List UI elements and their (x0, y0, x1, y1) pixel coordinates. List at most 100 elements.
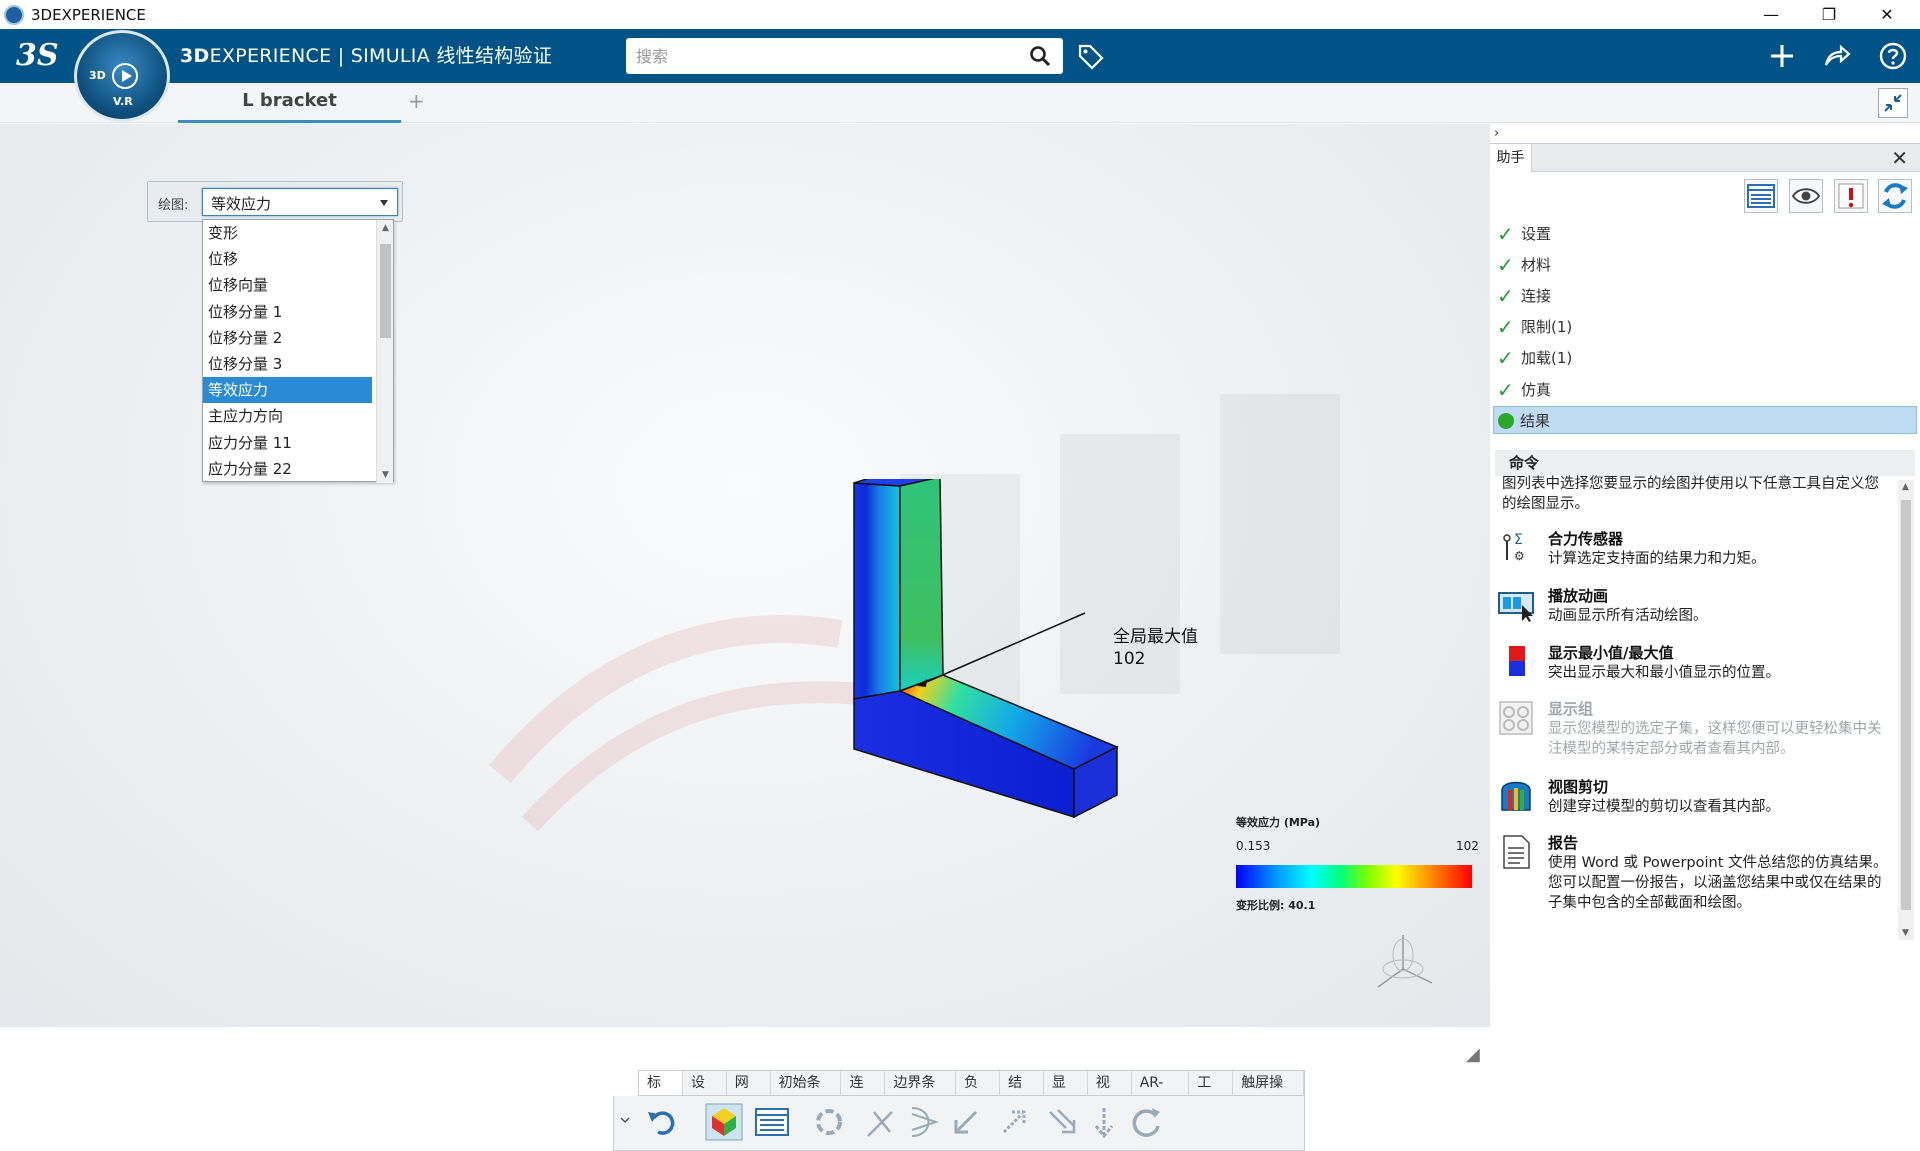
probe-icon[interactable] (862, 1102, 902, 1142)
deformation-scale-label: 变形比例: 40.1 (1236, 899, 1316, 912)
warnings-button[interactable] (1834, 179, 1868, 213)
action-tab-mesh[interactable]: 网格 (727, 1071, 771, 1115)
step-restraints[interactable]: ✓ 限制(1) (1495, 313, 1915, 341)
results-plot-icon[interactable] (704, 1102, 744, 1142)
command-desc: 使用 Word 或 Powerpoint 文件总结您的仿真结果。您可以配置一份报… (1548, 855, 1888, 911)
action-tab-display[interactable]: 显示 (1044, 1071, 1088, 1115)
step-label: 设置 (1521, 225, 1552, 243)
minimize-button[interactable]: — (1742, 0, 1800, 29)
collapse-icon (1884, 94, 1902, 112)
command-desc: 创建穿过模型的剪切以查看其内部。 (1548, 799, 1780, 815)
action-tab-touch[interactable]: 触屏操作 (1233, 1071, 1304, 1115)
step-setup[interactable]: ✓ 设置 (1495, 220, 1915, 248)
plot-option-selected[interactable]: 等效应力 (203, 377, 372, 404)
arrow-down-left-icon[interactable] (946, 1102, 986, 1142)
share-icon[interactable] (1822, 41, 1852, 71)
help-icon[interactable] (1878, 41, 1908, 71)
scrollbar-thumb[interactable] (1901, 500, 1911, 910)
collapse-button[interactable] (1878, 88, 1908, 118)
action-tab-connections[interactable]: 连接 (841, 1071, 886, 1115)
plot-selector-panel: 绘图: 等效应力 (147, 181, 403, 222)
section-cut-icon[interactable] (904, 1102, 944, 1142)
plot-option[interactable]: 应力分量 22 (203, 456, 372, 482)
axis-triad-icon[interactable] (1370, 929, 1440, 999)
tab-assistant[interactable]: 助手 (1490, 144, 1532, 172)
action-tab-boundary-conditions[interactable]: 边界条件 (885, 1071, 957, 1115)
tab-l-bracket[interactable]: L bracket (178, 83, 401, 123)
plot-list-scrollbar[interactable]: ▲ ▼ (376, 220, 393, 483)
plot-option[interactable]: 主应力方向 (203, 403, 372, 429)
current-step-icon (1498, 413, 1514, 429)
plot-option[interactable]: 位移分量 1 (203, 299, 372, 325)
plot-list-icon[interactable] (752, 1102, 792, 1142)
assistant-scrollbar[interactable]: ▲ ▼ (1898, 480, 1914, 940)
plot-option[interactable]: 位移分量 2 (203, 325, 372, 351)
plot-option[interactable]: 应力分量 11 (203, 430, 372, 456)
assistant-header: 助手 ✕ (1490, 143, 1920, 172)
action-tab-initial-conditions[interactable]: 初始条件 (771, 1071, 842, 1115)
command-desc: 计算选定支持面的结果力和力矩。 (1548, 551, 1766, 567)
scroll-down-icon[interactable]: ▼ (1902, 928, 1909, 938)
list-view-button[interactable] (1744, 179, 1778, 213)
action-tab-loads[interactable]: 负载 (956, 1071, 1001, 1115)
plot-option[interactable]: 位移向量 (203, 272, 372, 298)
action-tab-results[interactable]: 结果 (1000, 1071, 1044, 1115)
action-tab-view[interactable]: 视图 (1088, 1071, 1132, 1115)
resize-grip-icon[interactable]: ◢ (1466, 1044, 1480, 1065)
check-icon: ✓ (1497, 315, 1514, 339)
update-button[interactable] (1878, 179, 1912, 213)
action-tab-tools[interactable]: 工具 (1189, 1071, 1234, 1115)
force-arrows-icon[interactable] (1042, 1102, 1082, 1142)
svg-text:⚙: ⚙ (1514, 549, 1525, 563)
compass-widget[interactable]: 3D V.R (74, 30, 170, 122)
app-brand: 3DEXPERIENCE | SIMULIA 线性结构验证 (180, 29, 552, 83)
scroll-down-icon[interactable]: ▼ (382, 470, 389, 480)
step-materials[interactable]: ✓ 材料 (1495, 251, 1915, 279)
plot-option[interactable]: 位移 (203, 246, 372, 272)
step-results[interactable]: 结果 (1493, 406, 1917, 434)
plot-dropdown-list[interactable]: 变形 位移 位移向量 位移分量 1 位移分量 2 位移分量 3 等效应力 主应力… (202, 219, 394, 483)
close-panel-icon[interactable]: ✕ (1891, 146, 1908, 170)
scrollbar-thumb[interactable] (380, 244, 391, 338)
legend-color-bar (1236, 865, 1472, 888)
animate-cycle-icon[interactable] (809, 1102, 849, 1142)
restore-button[interactable]: ❐ (1800, 0, 1858, 29)
add-tab-button[interactable]: + (408, 89, 425, 113)
commands-description: 图列表中选择您要显示的绘图并使用以下任意工具自定义您的绘图显示。 (1502, 476, 1879, 512)
search-input[interactable] (626, 38, 1063, 74)
eye-icon (1791, 188, 1821, 204)
step-simulation[interactable]: ✓ 仿真 (1495, 376, 1915, 404)
search-icon[interactable] (1029, 45, 1051, 67)
visibility-button[interactable] (1789, 179, 1823, 213)
chevron-down-icon[interactable] (380, 200, 388, 206)
chevron-down-icon[interactable] (618, 1102, 632, 1142)
undo-icon[interactable] (644, 1102, 684, 1142)
l-bracket-model[interactable] (800, 479, 1130, 869)
plot-selected-value: 等效应力 (211, 195, 272, 213)
add-icon[interactable] (1767, 41, 1797, 71)
step-label: 限制(1) (1521, 318, 1573, 336)
plot-option[interactable]: 位移分量 3 (203, 351, 372, 377)
scroll-up-icon[interactable]: ▲ (382, 223, 389, 233)
command-title: 显示最小值/最大值 (1548, 644, 1674, 662)
scroll-up-icon[interactable]: ▲ (1902, 482, 1909, 492)
tag-icon[interactable] (1077, 43, 1105, 71)
action-tab-ar-vr[interactable]: AR-VR (1132, 1071, 1190, 1115)
plot-option[interactable]: 变形 (203, 220, 372, 246)
close-window-button[interactable]: ✕ (1858, 0, 1916, 29)
ds-logo-icon[interactable]: 3S (16, 37, 60, 75)
action-tab-setup[interactable]: 设置 (683, 1071, 727, 1115)
refresh-icon[interactable] (1126, 1102, 1166, 1142)
action-tab-standard[interactable]: 标准 (639, 1071, 683, 1115)
action-bar-tools (613, 1096, 1305, 1151)
command-desc: 突出显示最大和最小值显示的位置。 (1548, 665, 1780, 681)
compass-play-icon[interactable] (112, 63, 138, 89)
step-loads[interactable]: ✓ 加载(1) (1495, 344, 1915, 372)
action-bar-tabs: 标准 设置 网格 初始条件 连接 边界条件 负载 结果 显示 视图 AR-VR … (638, 1070, 1305, 1115)
expand-panel-icon[interactable]: › (1494, 126, 1499, 141)
arrow-down-icon[interactable] (1084, 1102, 1124, 1142)
step-connections[interactable]: ✓ 连接 (1495, 282, 1915, 310)
plot-type-select[interactable]: 等效应力 (202, 188, 398, 216)
arrow-up-right-icon[interactable] (994, 1102, 1034, 1142)
3d-viewport[interactable]: 绘图: 等效应力 变形 位移 位移向量 位移分量 1 位移分量 2 位移分量 3… (0, 124, 1490, 1151)
